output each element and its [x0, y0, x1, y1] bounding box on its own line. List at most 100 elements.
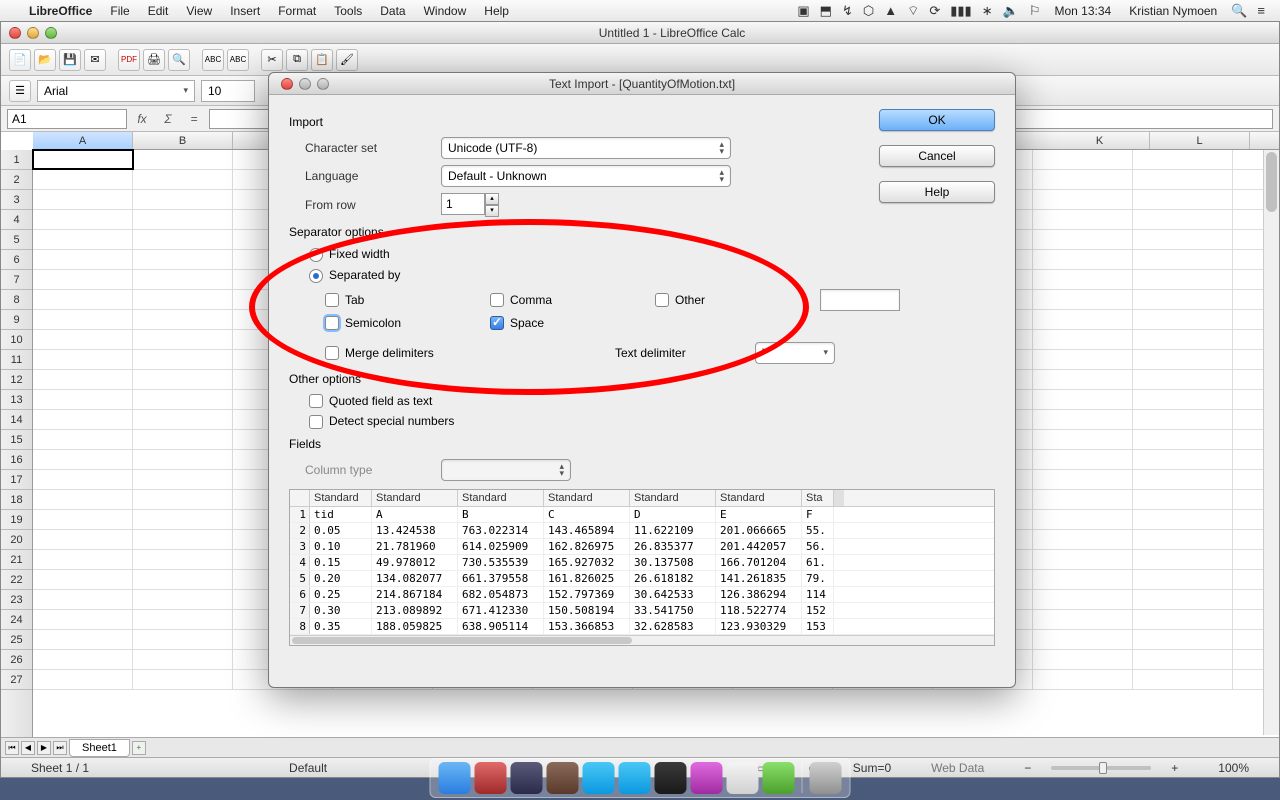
name-box[interactable]: A1	[7, 109, 127, 129]
cut-button[interactable]: ✂	[261, 49, 283, 71]
menu-view[interactable]: View	[177, 4, 221, 18]
font-name-combo[interactable]: Arial ▾	[37, 80, 195, 102]
page-style[interactable]: Default	[269, 761, 347, 775]
vertical-scrollbar[interactable]	[1263, 150, 1279, 735]
globe-icon[interactable]: ⚐	[1024, 3, 1046, 19]
format-paint-button[interactable]: 🖌	[336, 49, 358, 71]
last-sheet-button[interactable]: ⏭	[53, 741, 67, 755]
comma-checkbox[interactable]: Comma	[490, 293, 655, 307]
trash-icon[interactable]	[810, 762, 842, 794]
dropbox-icon[interactable]: ⬡	[858, 3, 879, 19]
sheet-tab[interactable]: Sheet1	[69, 739, 130, 757]
save-button[interactable]: 💾	[59, 49, 81, 71]
col-header-b[interactable]: B	[133, 132, 233, 149]
separated-by-radio[interactable]: Separated by	[309, 268, 400, 283]
cancel-button[interactable]: Cancel	[879, 145, 995, 167]
open-button[interactable]: 📂	[34, 49, 56, 71]
notifications-icon[interactable]: ≡	[1252, 3, 1270, 18]
font-size-combo[interactable]: 10	[201, 80, 255, 102]
charset-select[interactable]: Unicode (UTF-8) ▴▾	[441, 137, 731, 159]
col-header-a[interactable]: A	[33, 132, 133, 149]
copy-button[interactable]: ⧉	[286, 49, 308, 71]
app-icon[interactable]	[655, 762, 687, 794]
volume-icon[interactable]: 🔈	[998, 3, 1024, 19]
drive-icon[interactable]: ▲	[879, 3, 902, 18]
tab-checkbox[interactable]: Tab	[325, 293, 490, 307]
preview-button[interactable]: 🔍	[168, 49, 190, 71]
app-icon[interactable]	[619, 762, 651, 794]
col-header-l[interactable]: L	[1150, 132, 1250, 149]
sum-button[interactable]: Σ	[157, 109, 179, 129]
add-sheet-button[interactable]: +	[132, 741, 146, 755]
skype-icon[interactable]	[583, 762, 615, 794]
menu-edit[interactable]: Edit	[139, 4, 178, 18]
new-doc-button[interactable]: 📄	[9, 49, 31, 71]
other-checkbox[interactable]: Other	[655, 293, 820, 307]
bluetooth-icon[interactable]: ∗	[977, 3, 998, 19]
spinner-up[interactable]: ▴	[485, 193, 499, 205]
detect-numbers-checkbox[interactable]: Detect special numbers	[309, 414, 454, 429]
menu-help[interactable]: Help	[475, 4, 518, 18]
next-sheet-button[interactable]: ▶	[37, 741, 51, 755]
app-icon[interactable]	[475, 762, 507, 794]
close-button[interactable]	[9, 27, 21, 39]
timemachine-icon[interactable]: ⟳	[924, 3, 945, 19]
cloud-icon[interactable]: ⬒	[815, 3, 837, 19]
window-controls[interactable]	[1, 23, 65, 43]
app-icon[interactable]	[547, 762, 579, 794]
menu-data[interactable]: Data	[371, 4, 414, 18]
dialog-titlebar[interactable]: Text Import - [QuantityOfMotion.txt]	[269, 73, 1015, 95]
text-delim-select[interactable]: " ▾	[755, 342, 835, 364]
first-sheet-button[interactable]: ⏮	[5, 741, 19, 755]
equals-button[interactable]: =	[183, 109, 205, 129]
menu-insert[interactable]: Insert	[221, 4, 269, 18]
fixed-width-radio[interactable]: Fixed width	[309, 247, 390, 262]
email-button[interactable]: ✉	[84, 49, 106, 71]
finder-icon[interactable]	[439, 762, 471, 794]
pdf-button[interactable]: PDF	[118, 49, 140, 71]
function-wizard-button[interactable]: fx	[131, 109, 153, 129]
screen-icon[interactable]: ▣	[792, 3, 814, 19]
dialog-close-button[interactable]	[281, 78, 293, 90]
merge-delim-checkbox[interactable]: Merge delimiters	[325, 346, 615, 360]
from-row-spinner[interactable]: ▴▾	[441, 193, 499, 217]
spellcheck-button[interactable]: ABC	[202, 49, 224, 71]
battery-icon[interactable]: ▮▮▮	[945, 3, 976, 19]
print-button[interactable]: 🖨	[143, 49, 165, 71]
ok-button[interactable]: OK	[879, 109, 995, 131]
user-menu[interactable]: Kristian Nymoen	[1120, 4, 1226, 18]
spinner-down[interactable]: ▾	[485, 205, 499, 217]
spotlight-icon[interactable]: 🔍	[1226, 3, 1252, 19]
zoom-button[interactable]	[45, 27, 57, 39]
minimize-button[interactable]	[27, 27, 39, 39]
prev-sheet-button[interactable]: ◀	[21, 741, 35, 755]
row-headers[interactable]: 1234567891011121314151617181920212223242…	[1, 150, 33, 737]
wifi-icon[interactable]: ⌔	[902, 3, 924, 19]
other-separator-input[interactable]	[820, 289, 900, 311]
app-icon[interactable]	[511, 762, 543, 794]
space-checkbox[interactable]: Space	[490, 316, 655, 330]
clock[interactable]: Mon 13:34	[1045, 4, 1120, 18]
libreoffice-icon[interactable]	[763, 762, 795, 794]
col-header-k[interactable]: K	[1050, 132, 1150, 149]
zoom-out-button[interactable]: −	[1004, 761, 1051, 775]
language-select[interactable]: Default - Unknown ▴▾	[441, 165, 731, 187]
menu-window[interactable]: Window	[415, 4, 476, 18]
preview-table[interactable]: StandardStandardStandardStandardStandard…	[289, 489, 995, 646]
zoom-slider[interactable]	[1051, 766, 1151, 770]
from-row-input[interactable]	[441, 193, 485, 215]
dock[interactable]	[430, 758, 851, 798]
help-button[interactable]: Help	[879, 181, 995, 203]
app-icon[interactable]	[691, 762, 723, 794]
zoom-in-button[interactable]: +	[1151, 761, 1198, 775]
quoted-field-checkbox[interactable]: Quoted field as text	[309, 394, 432, 409]
sync-icon[interactable]: ↯	[837, 3, 858, 19]
paste-button[interactable]: 📋	[311, 49, 333, 71]
menu-tools[interactable]: Tools	[325, 4, 371, 18]
semicolon-checkbox[interactable]: Semicolon	[325, 316, 490, 330]
zoom-level[interactable]: 100%	[1198, 761, 1269, 775]
app-icon[interactable]	[727, 762, 759, 794]
auto-spell-button[interactable]: ABC	[227, 49, 249, 71]
styles-button[interactable]: ☰	[9, 80, 31, 102]
menu-format[interactable]: Format	[269, 4, 325, 18]
